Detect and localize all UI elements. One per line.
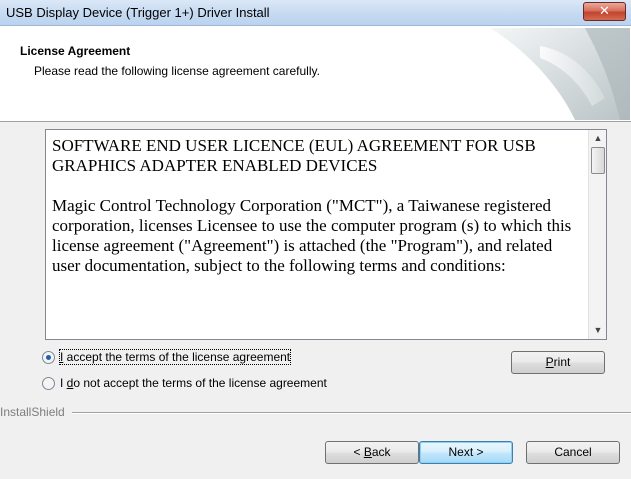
accept-radio[interactable] — [42, 350, 55, 364]
banner-graphic — [490, 28, 630, 120]
accept-label[interactable]: I accept the terms of the license agreem… — [58, 349, 292, 365]
license-scrollbar[interactable]: ▲ ▼ — [588, 130, 606, 339]
license-text-area[interactable]: SOFTWARE END USER LICENCE (EUL) AGREEMEN… — [45, 129, 607, 340]
header-panel: License Agreement Please read the follow… — [0, 26, 631, 122]
decline-option[interactable]: I do not accept the terms of the license… — [42, 374, 327, 392]
decline-radio[interactable] — [42, 376, 55, 390]
scroll-down-arrow-icon[interactable]: ▼ — [589, 322, 606, 339]
footer-separator — [72, 412, 631, 414]
scroll-up-arrow-icon[interactable]: ▲ — [589, 130, 606, 147]
license-text: SOFTWARE END USER LICENCE (EUL) AGREEMEN… — [52, 136, 582, 296]
license-heading: SOFTWARE END USER LICENCE (EUL) AGREEMEN… — [52, 136, 536, 175]
scroll-thumb[interactable] — [591, 147, 605, 174]
license-paragraph: Magic Control Technology Corporation ("M… — [52, 196, 572, 275]
decline-label[interactable]: I do not accept the terms of the license… — [60, 376, 327, 390]
title-bar[interactable]: USB Display Device (Trigger 1+) Driver I… — [0, 0, 631, 26]
page-subtitle: Please read the following license agreem… — [34, 64, 320, 78]
installer-window: USB Display Device (Trigger 1+) Driver I… — [0, 0, 631, 479]
close-icon: ✕ — [599, 3, 610, 18]
next-button[interactable]: Next > — [419, 441, 513, 464]
close-button[interactable]: ✕ — [583, 2, 626, 21]
installshield-brand: InstallShield — [0, 405, 65, 419]
window-title: USB Display Device (Trigger 1+) Driver I… — [6, 5, 270, 20]
accept-option[interactable]: I accept the terms of the license agreem… — [42, 348, 292, 366]
page-title: License Agreement — [20, 44, 131, 58]
cancel-button[interactable]: Cancel — [526, 441, 620, 464]
back-button[interactable]: < Back — [325, 441, 419, 464]
print-button[interactable]: Print — [511, 351, 605, 374]
